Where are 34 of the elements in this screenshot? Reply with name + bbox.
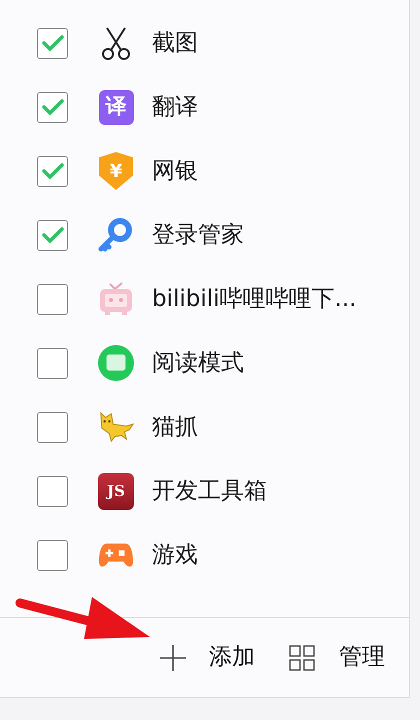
checkbox[interactable] — [37, 220, 68, 250]
shield-icon: ¥ — [99, 152, 133, 190]
tv-icon — [98, 281, 134, 317]
checkbox[interactable] — [37, 540, 68, 570]
checkbox[interactable] — [37, 476, 68, 506]
checkbox[interactable] — [37, 156, 68, 186]
manage-button[interactable]: 管理 — [289, 640, 385, 675]
extension-name: 开发工具箱 — [152, 476, 267, 506]
extension-name: 截图 — [152, 28, 198, 58]
grid-icon — [289, 644, 315, 670]
checkbox[interactable] — [37, 92, 68, 122]
scissors-icon — [99, 26, 133, 60]
plus-icon — [159, 644, 187, 672]
extension-name: bilibili哔哩哔哩下... — [152, 284, 356, 314]
extension-name: 登录管家 — [152, 220, 244, 250]
checkmark-icon — [42, 226, 64, 244]
checkmark-icon — [42, 98, 64, 116]
add-button[interactable]: 添加 — [159, 640, 255, 675]
cat-icon — [98, 410, 134, 444]
translate-icon: 译 — [98, 90, 134, 124]
key-icon — [98, 217, 134, 253]
extension-name: 网银 — [152, 156, 198, 186]
extension-name: 游戏 — [152, 540, 198, 570]
extension-name: 阅读模式 — [152, 348, 244, 378]
extension-name: 翻译 — [152, 92, 198, 122]
checkbox[interactable] — [37, 28, 68, 58]
book-icon — [98, 344, 134, 382]
extension-name: 猫抓 — [152, 412, 198, 442]
checkbox[interactable] — [37, 412, 68, 442]
checkbox[interactable] — [37, 284, 68, 314]
checkmark-icon — [42, 162, 64, 180]
js-icon: JS — [98, 472, 134, 510]
checkmark-icon — [42, 34, 64, 52]
checkbox[interactable] — [37, 348, 68, 378]
